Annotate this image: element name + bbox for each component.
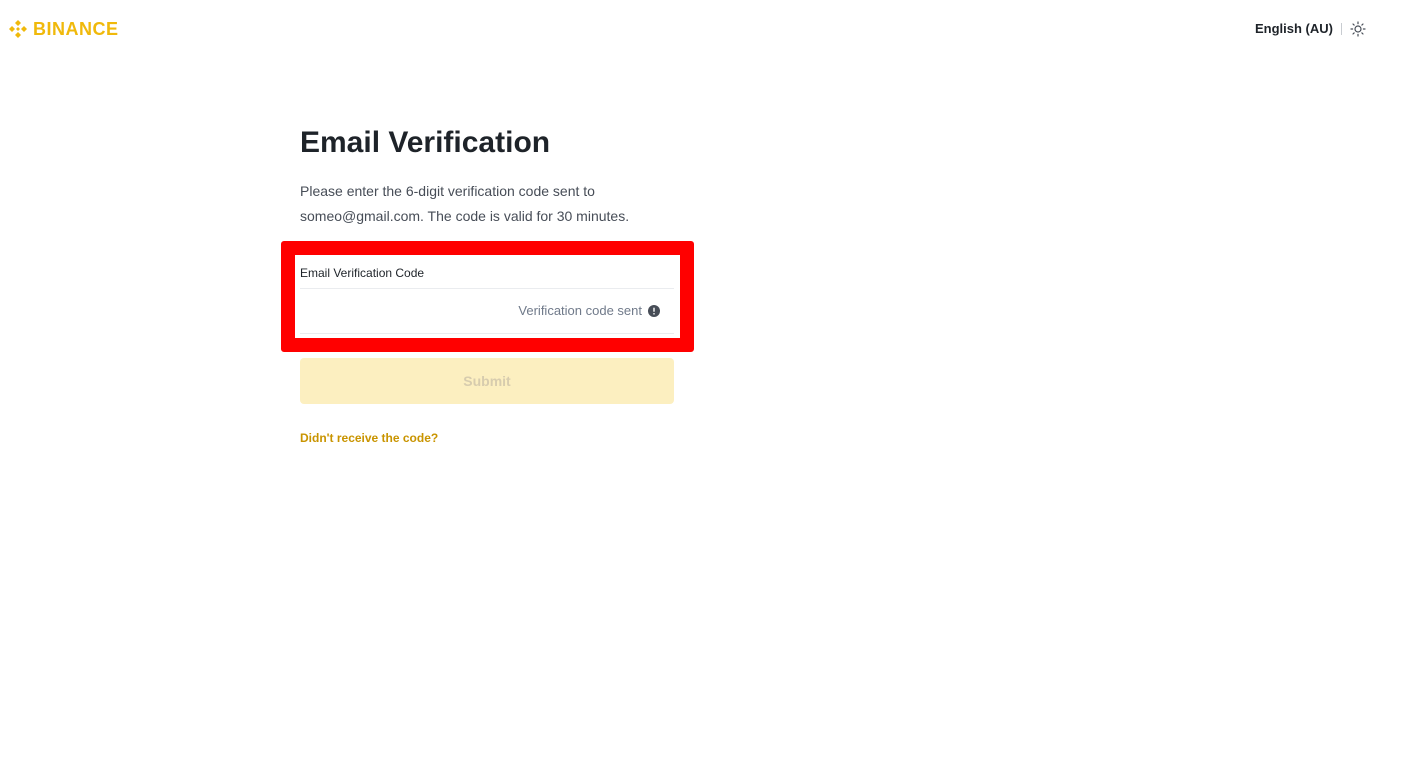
info-icon[interactable] — [648, 305, 660, 317]
description-line-2: someo@gmail.com. The code is valid for 3… — [300, 208, 630, 224]
page-title: Email Verification — [300, 126, 551, 159]
verification-description: Please enter the 6-digit verification co… — [300, 179, 680, 229]
verification-code-input[interactable] — [300, 289, 514, 335]
verification-code-field[interactable]: Verification code sent — [300, 288, 674, 335]
header-divider — [1341, 23, 1342, 35]
verification-panel: Email Verification Please enter the 6-di… — [300, 122, 674, 229]
binance-logo[interactable]: BINANCE — [8, 19, 119, 39]
code-sent-status: Verification code sent — [518, 303, 642, 318]
sun-icon[interactable] — [1350, 21, 1366, 37]
submit-button[interactable]: Submit — [300, 358, 674, 404]
logo-text: BINANCE — [33, 19, 119, 39]
description-line-1: Please enter the 6-digit verification co… — [300, 183, 595, 199]
top-header: BINANCE English (AU) — [0, 0, 1404, 60]
resend-code-link[interactable]: Didn't receive the code? — [300, 430, 438, 446]
header-actions: English (AU) — [1255, 20, 1366, 38]
binance-logo-icon — [9, 20, 27, 38]
language-selector[interactable]: English (AU) — [1255, 20, 1333, 38]
code-field-label: Email Verification Code — [300, 266, 425, 280]
